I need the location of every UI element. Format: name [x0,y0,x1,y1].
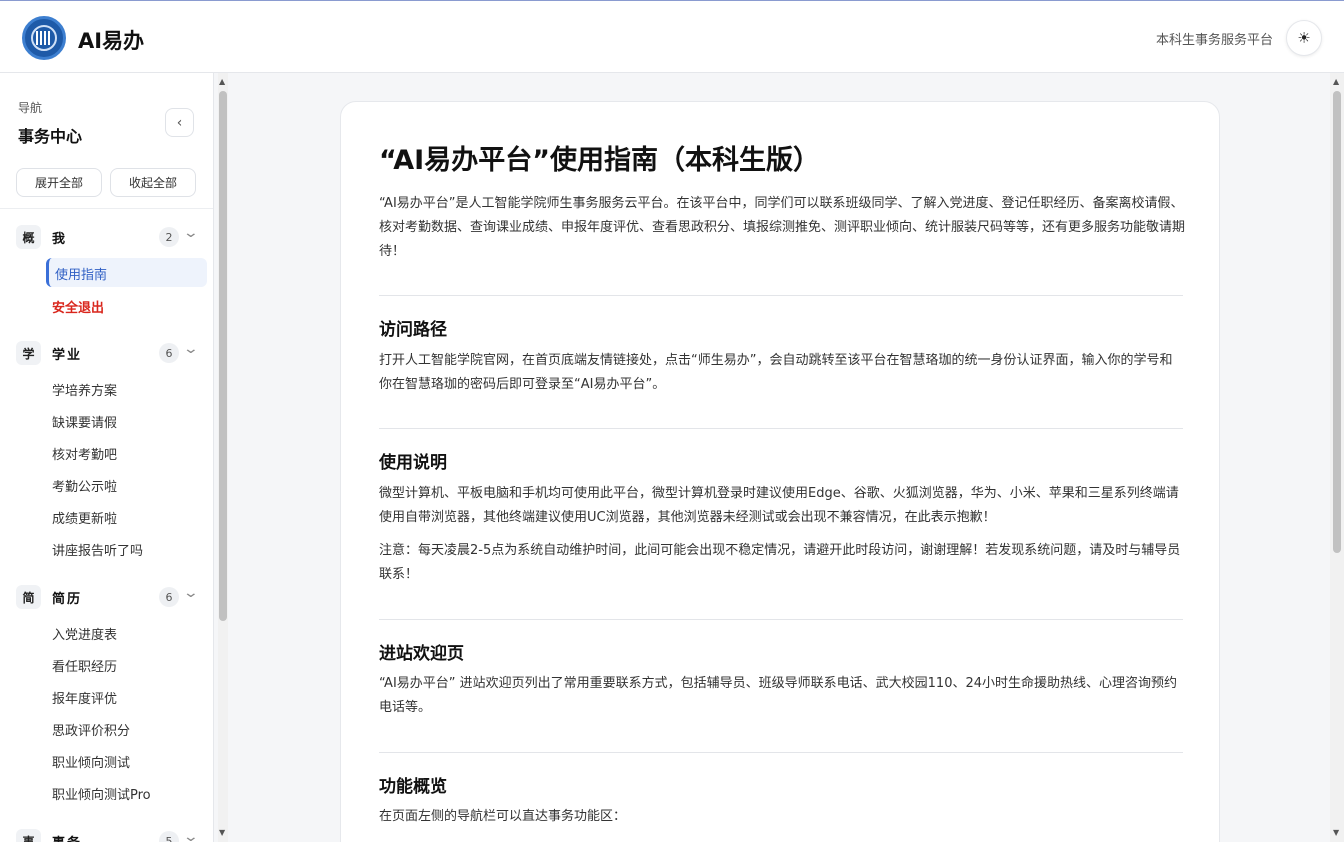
group-count-badge: 6 [159,343,179,363]
collapse-sidebar-button[interactable]: ‹ [165,108,194,137]
group-count-badge: 6 [159,587,179,607]
section-paragraph: 微型计算机、平板电脑和手机均可使用此平台，微型计算机登录时建议使用Edge、谷歌… [379,486,1179,525]
sidebar-item-guide[interactable]: 使用指南 [55,264,107,283]
scrollbar-thumb[interactable] [219,91,227,621]
sidebar-item[interactable]: 看任职经历 [52,656,117,675]
sidebar-item[interactable]: 核对考勤吧 [52,444,117,463]
nav-label: 导航 [18,101,43,115]
group-icon: 简 [16,585,41,609]
group-label: 简历 [52,592,83,607]
divider [379,619,1183,620]
sidebar-item[interactable]: 考勤公示啦 [52,476,117,495]
group-label: 我 [52,232,68,247]
divider [0,208,213,209]
sidebar-scrollbar[interactable]: ▲ ▼ [218,73,228,842]
sidebar-item[interactable]: 缺课要请假 [52,412,117,431]
group-icon: 概 [16,225,41,249]
section-heading-overview: 功能概览 [379,777,447,797]
scroll-down-icon[interactable]: ▼ [1333,828,1339,837]
sidebar-item-logout[interactable]: 安全退出 [52,297,104,316]
sidebar-item[interactable]: 报年度评优 [52,688,117,707]
collapse-all-button[interactable]: 收起全部 [110,168,196,197]
sidebar-item[interactable]: 成绩更新啦 [52,508,117,527]
chevron-down-icon: ⌄ [182,341,200,357]
sidebar: 导航 事务中心 ‹ 展开全部 收起全部 概 我 2 ⌄ 使用指南 安全退出 学 … [0,73,214,842]
scroll-down-icon[interactable]: ▼ [219,828,225,837]
group-label: 事务 [52,832,82,842]
section-paragraph: “AI易办平台” 进站欢迎页列出了常用重要联系方式，包括辅导员、班级导师联系电话… [379,676,1178,715]
sidebar-item[interactable]: 学培养方案 [52,380,117,399]
section-heading-access: 访问路径 [379,320,447,340]
section-paragraph: 注意：每天凌晨2-5点为系统自动维护时间，此间可能会出现不稳定情况，请避开此时段… [379,543,1181,582]
divider [379,428,1183,429]
scrollbar-thumb[interactable] [1333,91,1341,553]
group-count-badge: 5 [159,831,179,842]
scroll-up-icon[interactable]: ▲ [219,77,225,86]
scroll-up-icon[interactable]: ▲ [1333,77,1339,86]
group-affairs[interactable]: 事 事务 5 ⌄ [16,829,206,842]
guide-card: “AI易办平台”使用指南（本科生版） “AI易办平台”是人工智能学院师生事务服务… [340,101,1220,842]
section-paragraph: 打开人工智能学院官网，在首页底端友情链接处，点击“师生易办”，会自动跳转至该平台… [379,353,1173,392]
platform-name: 本科生事务服务平台 [1155,33,1273,48]
sidebar-item[interactable]: 入党进度表 [52,624,117,643]
doc-title: “AI易办平台”使用指南（本科生版） [379,145,820,176]
section-paragraph: 在页面左侧的导航栏可以直达事务功能区： [379,809,627,824]
app-name: AI易办 [78,29,145,53]
main-scrollbar[interactable]: ▲ ▼ [1330,73,1344,842]
sun-icon: ☀ [1297,29,1311,47]
sidebar-item[interactable]: 职业倾向测试Pro [52,784,151,803]
sidebar-item[interactable]: 讲座报告听了吗 [52,540,143,559]
group-resume[interactable]: 简 简历 6 ⌄ [16,585,206,609]
section-heading-usage: 使用说明 [379,453,447,473]
university-logo-icon [22,16,66,60]
divider [379,752,1183,753]
chevron-left-icon: ‹ [176,114,183,131]
group-me[interactable]: 概 我 2 ⌄ [16,225,206,249]
expand-all-button[interactable]: 展开全部 [16,168,102,197]
intro-paragraph: “AI易办平台”是人工智能学院师生事务服务云平台。在该平台中，同学们可以联系班级… [379,196,1186,259]
sidebar-item[interactable]: 思政评价积分 [52,720,130,739]
group-icon: 学 [16,341,41,365]
sidebar-title: 事务中心 [18,127,83,146]
top-header: AI易办 本科生事务服务平台 ☀ [0,0,1344,73]
section-heading-welcome: 进站欢迎页 [379,644,464,664]
group-count-badge: 2 [159,227,179,247]
chevron-down-icon: ⌄ [182,829,200,842]
chevron-down-icon: ⌄ [182,585,200,601]
chevron-down-icon: ⌄ [182,225,200,241]
sidebar-item[interactable]: 职业倾向测试 [52,752,130,771]
group-icon: 事 [16,829,41,842]
theme-toggle-button[interactable]: ☀ [1286,20,1322,56]
group-study[interactable]: 学 学业 6 ⌄ [16,341,206,365]
divider [379,295,1183,296]
group-label: 学业 [52,348,83,363]
